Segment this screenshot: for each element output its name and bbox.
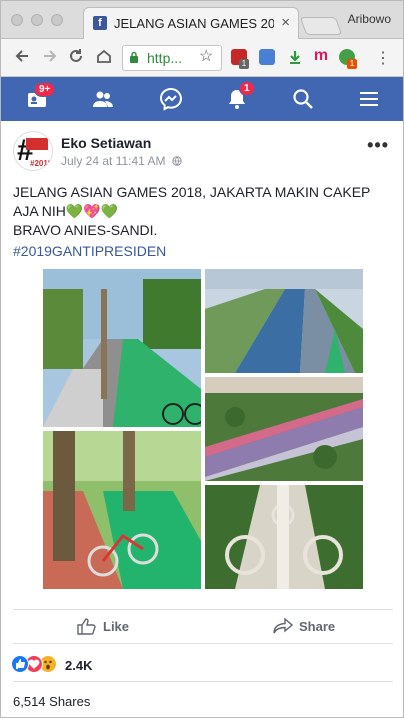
- bookmark-star-icon[interactable]: ☆: [199, 46, 213, 66]
- post-author[interactable]: Eko Setiawan: [61, 135, 151, 151]
- reaction-count[interactable]: 2.4K: [65, 658, 92, 673]
- m-extension-icon[interactable]: m: [313, 48, 329, 65]
- post-meta: July 24 at 11:41 AM: [61, 154, 182, 168]
- author-avatar[interactable]: # #2019: [13, 131, 53, 171]
- menu-hamburger-icon[interactable]: [357, 87, 381, 111]
- photo-colorful-sidewalk-aerial[interactable]: [205, 377, 363, 481]
- facebook-favicon-icon: f: [93, 16, 107, 30]
- search-icon[interactable]: [291, 87, 315, 111]
- post-card: # #2019 Eko Setiawan July 24 at 11:41 AM…: [1, 121, 403, 717]
- photo-blue-sidewalk-aerial[interactable]: [205, 269, 363, 373]
- notifications-badge: 1: [239, 81, 255, 96]
- tab-title: JELANG ASIAN GAMES 2018: [114, 16, 274, 31]
- post-hashtag[interactable]: #2019GANTIPRESIDEN: [13, 243, 166, 259]
- zoom-window-button[interactable]: [51, 14, 63, 26]
- tab-close-icon[interactable]: ×: [281, 14, 290, 31]
- browser-toolbar: http... ☆ 1 m 1 ⋮: [1, 39, 403, 77]
- friends-icon[interactable]: [91, 87, 115, 111]
- globe-icon: [169, 154, 182, 168]
- share-label: Share: [299, 619, 336, 634]
- extension-badge: 1: [347, 59, 357, 69]
- photo-plaza-aerial[interactable]: [205, 485, 363, 589]
- browser-tab[interactable]: f JELANG ASIAN GAMES 2018 ×: [83, 7, 299, 39]
- post-divider: [13, 609, 393, 610]
- reactions-divider: [13, 643, 393, 644]
- close-window-button[interactable]: [11, 14, 23, 26]
- home-icon[interactable]: [95, 47, 113, 69]
- thumbs-up-icon: [77, 618, 96, 635]
- back-arrow-icon[interactable]: [13, 47, 31, 69]
- like-reaction-icon: [11, 655, 29, 673]
- browser-menu-icon[interactable]: ⋮: [375, 48, 391, 68]
- url-text: http...: [147, 50, 183, 66]
- avatar-text: #2019: [30, 159, 53, 168]
- tab-strip: f JELANG ASIAN GAMES 2018 × Aribowo: [1, 1, 403, 39]
- download-arrow-icon[interactable]: [287, 49, 303, 65]
- like-label: Like: [103, 619, 130, 634]
- friend-requests-badge: 9+: [34, 82, 56, 97]
- browser-window: f JELANG ASIAN GAMES 2018 × Aribowo http…: [0, 0, 404, 718]
- like-button[interactable]: Like: [77, 617, 129, 635]
- share-arrow-icon: [273, 617, 294, 634]
- lock-icon: [130, 51, 138, 63]
- shares-count[interactable]: 6,514 Shares: [13, 694, 90, 709]
- google-translate-icon[interactable]: [259, 49, 275, 65]
- post-timestamp[interactable]: July 24 at 11:41 AM: [61, 154, 166, 168]
- facebook-nav-bar: 9+ 1: [1, 77, 403, 121]
- photo-bike-lane-trees[interactable]: [43, 269, 201, 427]
- post-options-icon[interactable]: •••: [367, 135, 389, 156]
- post-text-line-2: BRAVO ANIES-SANDI.: [13, 222, 158, 238]
- messenger-icon[interactable]: [159, 87, 183, 111]
- post-text-line-1: JELANG ASIAN GAMES 2018, JAKARTA MAKIN C…: [13, 184, 371, 219]
- share-button[interactable]: Share: [273, 617, 335, 635]
- reload-icon[interactable]: [67, 47, 85, 69]
- shares-divider: [13, 681, 393, 682]
- new-tab-button[interactable]: [299, 17, 343, 35]
- extension-badge: 1: [239, 59, 249, 69]
- profile-name[interactable]: Aribowo: [348, 12, 391, 26]
- post-text: JELANG ASIAN GAMES 2018, JAKARTA MAKIN C…: [13, 183, 393, 240]
- photo-bicycle-green-lane[interactable]: [43, 431, 201, 589]
- minimize-window-button[interactable]: [31, 14, 43, 26]
- forward-arrow-icon[interactable]: [41, 47, 59, 69]
